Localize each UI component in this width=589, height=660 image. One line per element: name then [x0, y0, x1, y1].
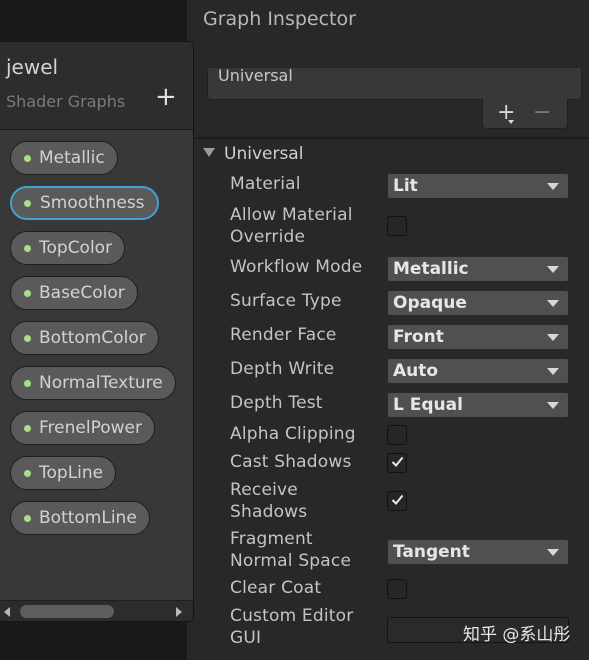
workflow-mode-dropdown[interactable]: Metallic [387, 256, 569, 282]
material-label: Material [230, 174, 301, 194]
target-list-controls: + − [482, 99, 568, 129]
property-dot-icon [24, 425, 31, 432]
alpha-clipping-label: Alpha Clipping [230, 424, 356, 444]
scroll-left-arrow-icon[interactable] [4, 607, 10, 617]
add-target-button[interactable]: + [497, 100, 515, 125]
property-dot-icon [24, 380, 31, 387]
inspector-title: Graph Inspector [203, 8, 356, 30]
render-face-dropdown[interactable]: Front [387, 324, 569, 350]
scrollbar-thumb[interactable] [20, 605, 114, 618]
chevron-down-icon [547, 402, 559, 409]
property-dot-icon [24, 155, 31, 162]
blackboard-header: jewel Shader Graphs + [0, 42, 193, 130]
material-value: Lit [393, 176, 418, 196]
surface-type-label: Surface Type [230, 291, 342, 311]
receive-shadows-label: Receive Shadows [230, 479, 307, 523]
receive-shadows-checkbox[interactable] [387, 491, 407, 511]
foldout-arrow-icon[interactable] [203, 148, 215, 157]
chevron-down-icon [547, 549, 559, 556]
custom-editor-gui-line1: Custom Editor [230, 606, 354, 626]
property-label: NormalTexture [39, 373, 163, 393]
cast-shadows-label: Cast Shadows [230, 452, 352, 472]
render-face-label: Render Face [230, 325, 337, 345]
allow-material-override-label: Allow Material Override [230, 204, 353, 248]
receive-shadows-line2: Shadows [230, 502, 308, 522]
property-frenelpower[interactable]: FrenelPower [10, 411, 155, 445]
allow-material-override-line1: Allow Material [230, 205, 353, 225]
target-item-universal[interactable]: Universal [218, 66, 293, 85]
property-dot-icon [24, 515, 31, 522]
depth-test-dropdown[interactable]: L Equal [387, 392, 569, 418]
fragment-normal-space-label: Fragment Normal Space [230, 528, 351, 572]
remove-target-button[interactable]: − [533, 100, 551, 125]
property-bottomcolor[interactable]: BottomColor [10, 321, 159, 355]
chevron-down-icon [547, 300, 559, 307]
workflow-mode-label: Workflow Mode [230, 257, 363, 277]
horizontal-scrollbar[interactable] [0, 600, 193, 621]
fragment-normal-space-dropdown[interactable]: Tangent [387, 539, 569, 565]
property-metallic[interactable]: Metallic [10, 141, 118, 175]
divider [187, 137, 589, 139]
custom-editor-gui-line2: GUI [230, 628, 262, 648]
alpha-clipping-checkbox[interactable] [387, 425, 407, 445]
universal-section-foldout[interactable]: Universal [203, 144, 303, 164]
property-label: BottomLine [39, 508, 137, 528]
property-dot-icon [24, 290, 31, 297]
property-topcolor[interactable]: TopColor [10, 231, 126, 265]
scroll-right-arrow-icon[interactable] [176, 607, 182, 617]
allow-material-override-checkbox[interactable] [387, 216, 407, 236]
property-label: BaseColor [39, 283, 125, 303]
property-label: Smoothness [40, 193, 145, 213]
graph-subtitle: Shader Graphs [6, 92, 126, 111]
depth-write-dropdown[interactable]: Auto [387, 358, 569, 384]
checkmark-icon [391, 456, 404, 467]
property-label: BottomColor [39, 328, 146, 348]
property-bottomline[interactable]: BottomLine [10, 501, 150, 535]
fragment-normal-space-line2: Normal Space [230, 551, 352, 571]
property-normaltexture[interactable]: NormalTexture [10, 366, 176, 400]
fragment-normal-space-value: Tangent [393, 542, 470, 562]
chevron-down-icon [547, 334, 559, 341]
workflow-mode-value: Metallic [393, 259, 469, 279]
chevron-down-icon [547, 266, 559, 273]
property-topline[interactable]: TopLine [10, 456, 117, 490]
add-property-button[interactable]: + [155, 82, 177, 112]
clear-coat-checkbox[interactable] [387, 579, 407, 599]
depth-write-value: Auto [393, 361, 439, 381]
depth-test-value: L Equal [393, 395, 463, 415]
fragment-normal-space-line1: Fragment [230, 529, 313, 549]
custom-editor-gui-label: Custom Editor GUI [230, 605, 353, 649]
property-basecolor[interactable]: BaseColor [10, 276, 138, 310]
surface-type-dropdown[interactable]: Opaque [387, 290, 569, 316]
active-targets-list[interactable]: Universal [207, 66, 582, 100]
depth-write-label: Depth Write [230, 359, 335, 379]
property-dot-icon [24, 335, 31, 342]
property-label: TopLine [39, 463, 104, 483]
clear-coat-label: Clear Coat [230, 578, 322, 598]
checkmark-icon [391, 494, 404, 505]
chevron-down-icon [547, 183, 559, 190]
property-dot-icon [24, 245, 31, 252]
render-face-value: Front [393, 327, 444, 347]
property-label: Metallic [39, 148, 105, 168]
receive-shadows-line1: Receive [230, 480, 298, 500]
depth-test-label: Depth Test [230, 393, 323, 413]
material-dropdown[interactable]: Lit [387, 173, 569, 199]
blackboard-panel: jewel Shader Graphs + Metallic Smoothnes… [0, 41, 194, 622]
property-dot-icon [24, 200, 31, 207]
section-title: Universal [224, 144, 304, 164]
cast-shadows-checkbox[interactable] [387, 453, 407, 473]
allow-material-override-line2: Override [230, 227, 306, 247]
watermark-text: 知乎 @系山彤 [463, 625, 571, 645]
graph-title: jewel [6, 55, 59, 79]
surface-type-value: Opaque [393, 293, 467, 313]
property-label: TopColor [39, 238, 113, 258]
property-smoothness[interactable]: Smoothness [10, 186, 159, 220]
graph-inspector-panel: Graph Inspector Universal + − Universal … [186, 0, 589, 660]
property-label: FrenelPower [39, 418, 142, 438]
property-dot-icon [24, 470, 31, 477]
chevron-down-icon [547, 368, 559, 375]
